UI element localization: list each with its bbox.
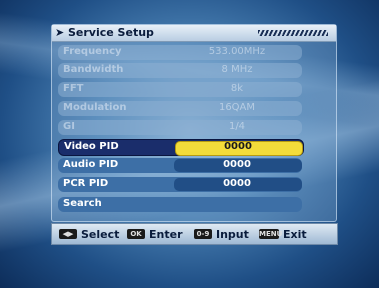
- row-value: 16QAM: [218, 102, 256, 113]
- hint-label: Input: [216, 227, 249, 241]
- row-pcr-pid[interactable]: PCR PID 0000: [58, 177, 302, 192]
- audio-pid-value[interactable]: 0000: [174, 159, 300, 170]
- service-setup-panel: ➤ Service Setup Frequency 533.00MHz Band…: [51, 24, 337, 222]
- row-label: GI: [63, 121, 75, 132]
- hint-enter: OK Enter: [127, 227, 183, 241]
- title-arrow-icon: ➤: [55, 26, 65, 39]
- title-bar: ➤ Service Setup: [52, 25, 336, 42]
- row-bandwidth: Bandwidth 8 MHz: [58, 63, 302, 78]
- row-audio-pid[interactable]: Audio PID 0000: [58, 158, 302, 173]
- row-modulation: Modulation 16QAM: [58, 101, 302, 116]
- video-pid-value[interactable]: 0000: [175, 141, 301, 152]
- page-title: Service Setup: [68, 26, 154, 39]
- numeric-icon: 0-9: [194, 229, 212, 239]
- menu-icon: MENU: [259, 229, 283, 239]
- row-value: 533.00MHz: [208, 46, 266, 57]
- row-label: Modulation: [63, 102, 127, 113]
- hint-label: Select: [81, 227, 120, 241]
- hint-input: 0-9 Input: [194, 227, 249, 241]
- hint-select: ◀▶ Select: [59, 227, 119, 241]
- row-label: Audio PID: [63, 159, 119, 170]
- arrows-icon: ◀▶: [59, 229, 77, 239]
- row-label: Video PID: [64, 141, 119, 152]
- row-value: 8 MHz: [221, 64, 253, 75]
- row-label: FFT: [63, 83, 84, 94]
- pcr-pid-value[interactable]: 0000: [174, 178, 300, 189]
- ok-icon: OK: [127, 229, 145, 239]
- key-hint-bar: ◀▶ Select OK Enter 0-9 Input MENU Exit: [51, 223, 338, 245]
- title-stripes-decoration: [258, 30, 328, 36]
- row-value: 8k: [230, 83, 244, 94]
- row-gi: GI 1/4: [58, 120, 302, 135]
- hint-exit: MENU Exit: [259, 227, 307, 241]
- row-label: PCR PID: [63, 178, 109, 189]
- row-value: 1/4: [228, 121, 246, 132]
- row-frequency: Frequency 533.00MHz: [58, 45, 302, 60]
- hint-label: Exit: [283, 227, 307, 241]
- row-video-pid[interactable]: Video PID 0000: [58, 139, 304, 156]
- row-fft: FFT 8k: [58, 82, 302, 97]
- row-label: Search: [63, 198, 102, 209]
- search-button[interactable]: Search: [58, 197, 302, 212]
- hint-label: Enter: [149, 227, 183, 241]
- row-label: Bandwidth: [63, 64, 124, 75]
- row-label: Frequency: [63, 46, 122, 57]
